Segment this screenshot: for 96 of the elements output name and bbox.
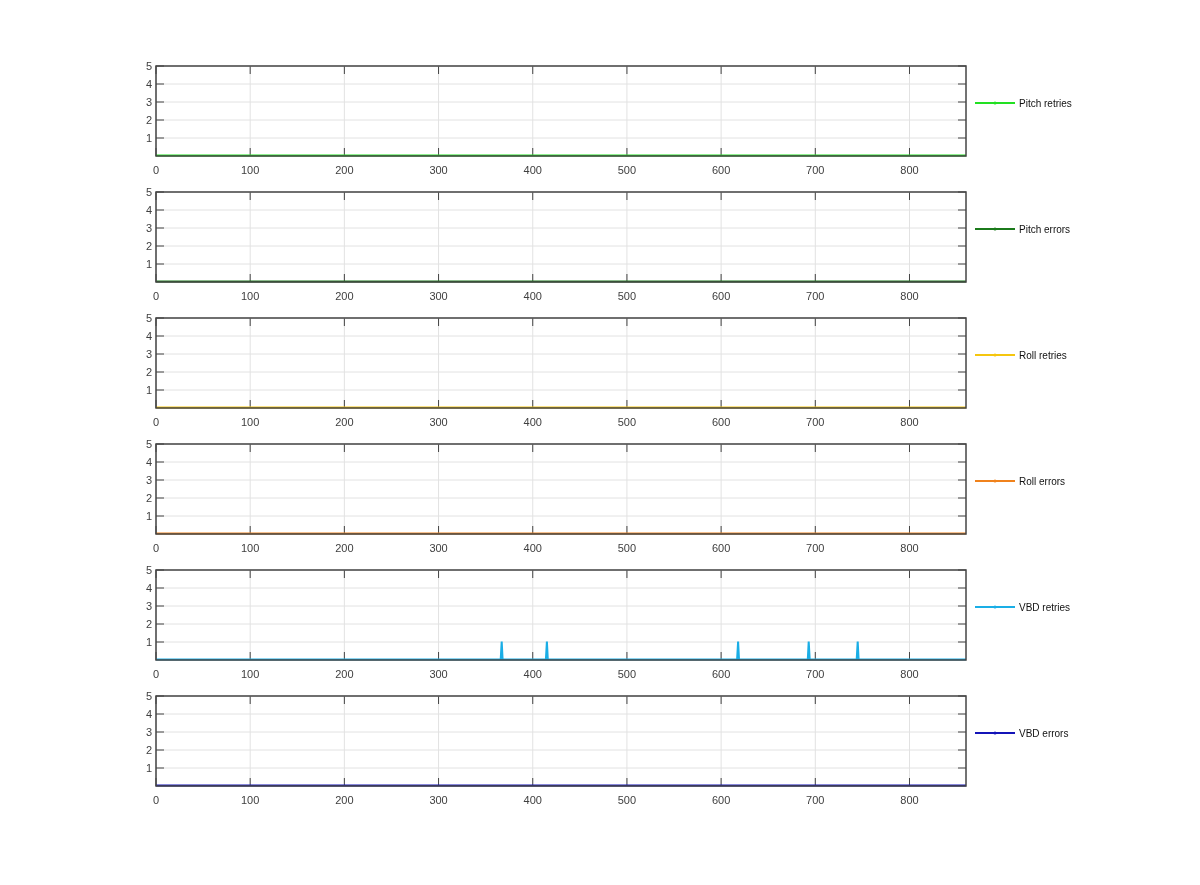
axis-tick-label: 300: [429, 794, 448, 806]
axis-tick-label: 500: [617, 794, 637, 806]
axis-tick-label: 3: [145, 222, 152, 234]
axis-tick-label: 3: [145, 600, 152, 612]
legend-label: Pitch retries: [1019, 96, 1072, 111]
axis-tick-label: 600: [711, 668, 731, 680]
axis-tick-label: 2: [145, 618, 152, 630]
axis-tick-label: 200: [335, 290, 354, 302]
axis-tick-label: 5: [145, 564, 152, 576]
axis-tick-label: 300: [429, 542, 448, 554]
axis-tick-label: 800: [900, 290, 919, 302]
axis-tick-label: 0: [152, 164, 160, 176]
axis-tick-label: 700: [806, 794, 825, 806]
axis-tick-label: 100: [241, 542, 260, 554]
axis-tick-label: 3: [145, 726, 152, 738]
axis-tick-label: 600: [711, 290, 731, 302]
axis-tick-label: 0: [152, 290, 160, 302]
legend-line-icon: [975, 730, 1015, 736]
axis-tick-label: 4: [145, 330, 152, 342]
axis-tick-label: 200: [335, 416, 354, 428]
axis-tick-label: 100: [241, 416, 260, 428]
axis-tick-label: 1: [145, 510, 152, 522]
axis-tick-label: 600: [711, 542, 731, 554]
axis-tick-label: 500: [617, 290, 637, 302]
axis-tick-label: 2: [145, 240, 152, 252]
axis-tick-label: 700: [806, 668, 825, 680]
axis-tick-label: 2: [145, 744, 152, 756]
axis-tick-label: 5: [145, 60, 152, 72]
legend-label: Pitch errors: [1019, 222, 1071, 237]
axis-tick-label: 0: [152, 416, 160, 428]
axis-tick-label: 500: [617, 416, 637, 428]
legend-label: Roll retries: [1019, 348, 1067, 363]
axis-tick-label: 400: [523, 668, 542, 680]
axis-tick-label: 400: [523, 416, 542, 428]
axis-tick-label: 2: [145, 114, 152, 126]
legend-line-icon: [975, 100, 1015, 106]
axis-tick-label: 300: [429, 290, 448, 302]
axis-tick-label: 200: [335, 668, 354, 680]
axis-tick-label: 300: [429, 164, 448, 176]
axis-tick-label: 500: [617, 164, 637, 176]
axis-tick-label: 200: [335, 794, 354, 806]
axis-tick-label: 800: [900, 164, 919, 176]
axis-tick-label: 1: [145, 636, 152, 648]
axis-tick-label: 100: [241, 794, 260, 806]
axis-tick-label: 5: [145, 690, 152, 702]
axis-tick-label: 700: [806, 416, 825, 428]
axis-tick-label: 700: [806, 542, 825, 554]
axis-tick-label: 0: [152, 542, 160, 554]
axis-tick-label: 200: [335, 542, 354, 554]
axis-tick-label: 4: [145, 456, 152, 468]
legend-line-icon: [975, 478, 1015, 484]
legend-label: VBD errors: [1019, 726, 1069, 741]
axis-tick-label: 3: [145, 474, 152, 486]
axis-tick-label: 800: [900, 668, 919, 680]
axis-tick-label: 700: [806, 290, 825, 302]
legend-line-icon: [975, 604, 1015, 610]
axis-tick-label: 3: [145, 348, 152, 360]
axis-tick-label: 600: [711, 164, 731, 176]
legend-label: Roll errors: [1019, 474, 1066, 489]
axis-tick-label: 300: [429, 416, 448, 428]
axis-tick-label: 4: [145, 708, 152, 720]
axis-tick-label: 0: [152, 794, 160, 806]
axis-tick-label: 4: [145, 204, 152, 216]
axis-tick-label: 100: [241, 290, 260, 302]
axis-tick-label: 200: [335, 164, 354, 176]
axis-tick-label: 400: [523, 164, 542, 176]
axis-tick-label: 800: [900, 794, 919, 806]
axis-tick-label: 4: [145, 78, 152, 90]
legend-line-icon: [975, 352, 1015, 358]
axis-tick-label: 1: [145, 384, 152, 396]
axis-tick-label: 1: [145, 762, 152, 774]
axis-tick-label: 500: [617, 542, 637, 554]
axis-tick-label: 5: [145, 438, 152, 450]
axis-tick-label: 400: [523, 794, 542, 806]
axis-tick-label: 500: [617, 668, 637, 680]
axis-tick-label: 700: [806, 164, 825, 176]
axis-tick-label: 600: [711, 794, 731, 806]
legend-line-icon: [975, 226, 1015, 232]
axis-tick-label: 600: [711, 416, 731, 428]
axis-tick-label: 2: [145, 366, 152, 378]
axis-tick-label: 4: [145, 582, 152, 594]
axis-tick-label: 300: [429, 668, 448, 680]
legend-label: VBD retries: [1019, 600, 1071, 615]
axis-tick-label: 100: [241, 668, 260, 680]
axis-tick-label: 400: [523, 290, 542, 302]
axis-tick-label: 5: [145, 186, 152, 198]
axis-tick-label: 1: [145, 258, 152, 270]
axis-tick-label: 5: [145, 312, 152, 324]
axis-tick-label: 2: [145, 492, 152, 504]
axis-tick-label: 800: [900, 416, 919, 428]
axis-tick-label: 400: [523, 542, 542, 554]
axis-tick-label: 0: [152, 668, 160, 680]
axis-tick-label: 800: [900, 542, 919, 554]
axis-tick-label: 3: [145, 96, 152, 108]
axis-tick-label: 100: [241, 164, 260, 176]
axis-tick-label: 1: [145, 132, 152, 144]
